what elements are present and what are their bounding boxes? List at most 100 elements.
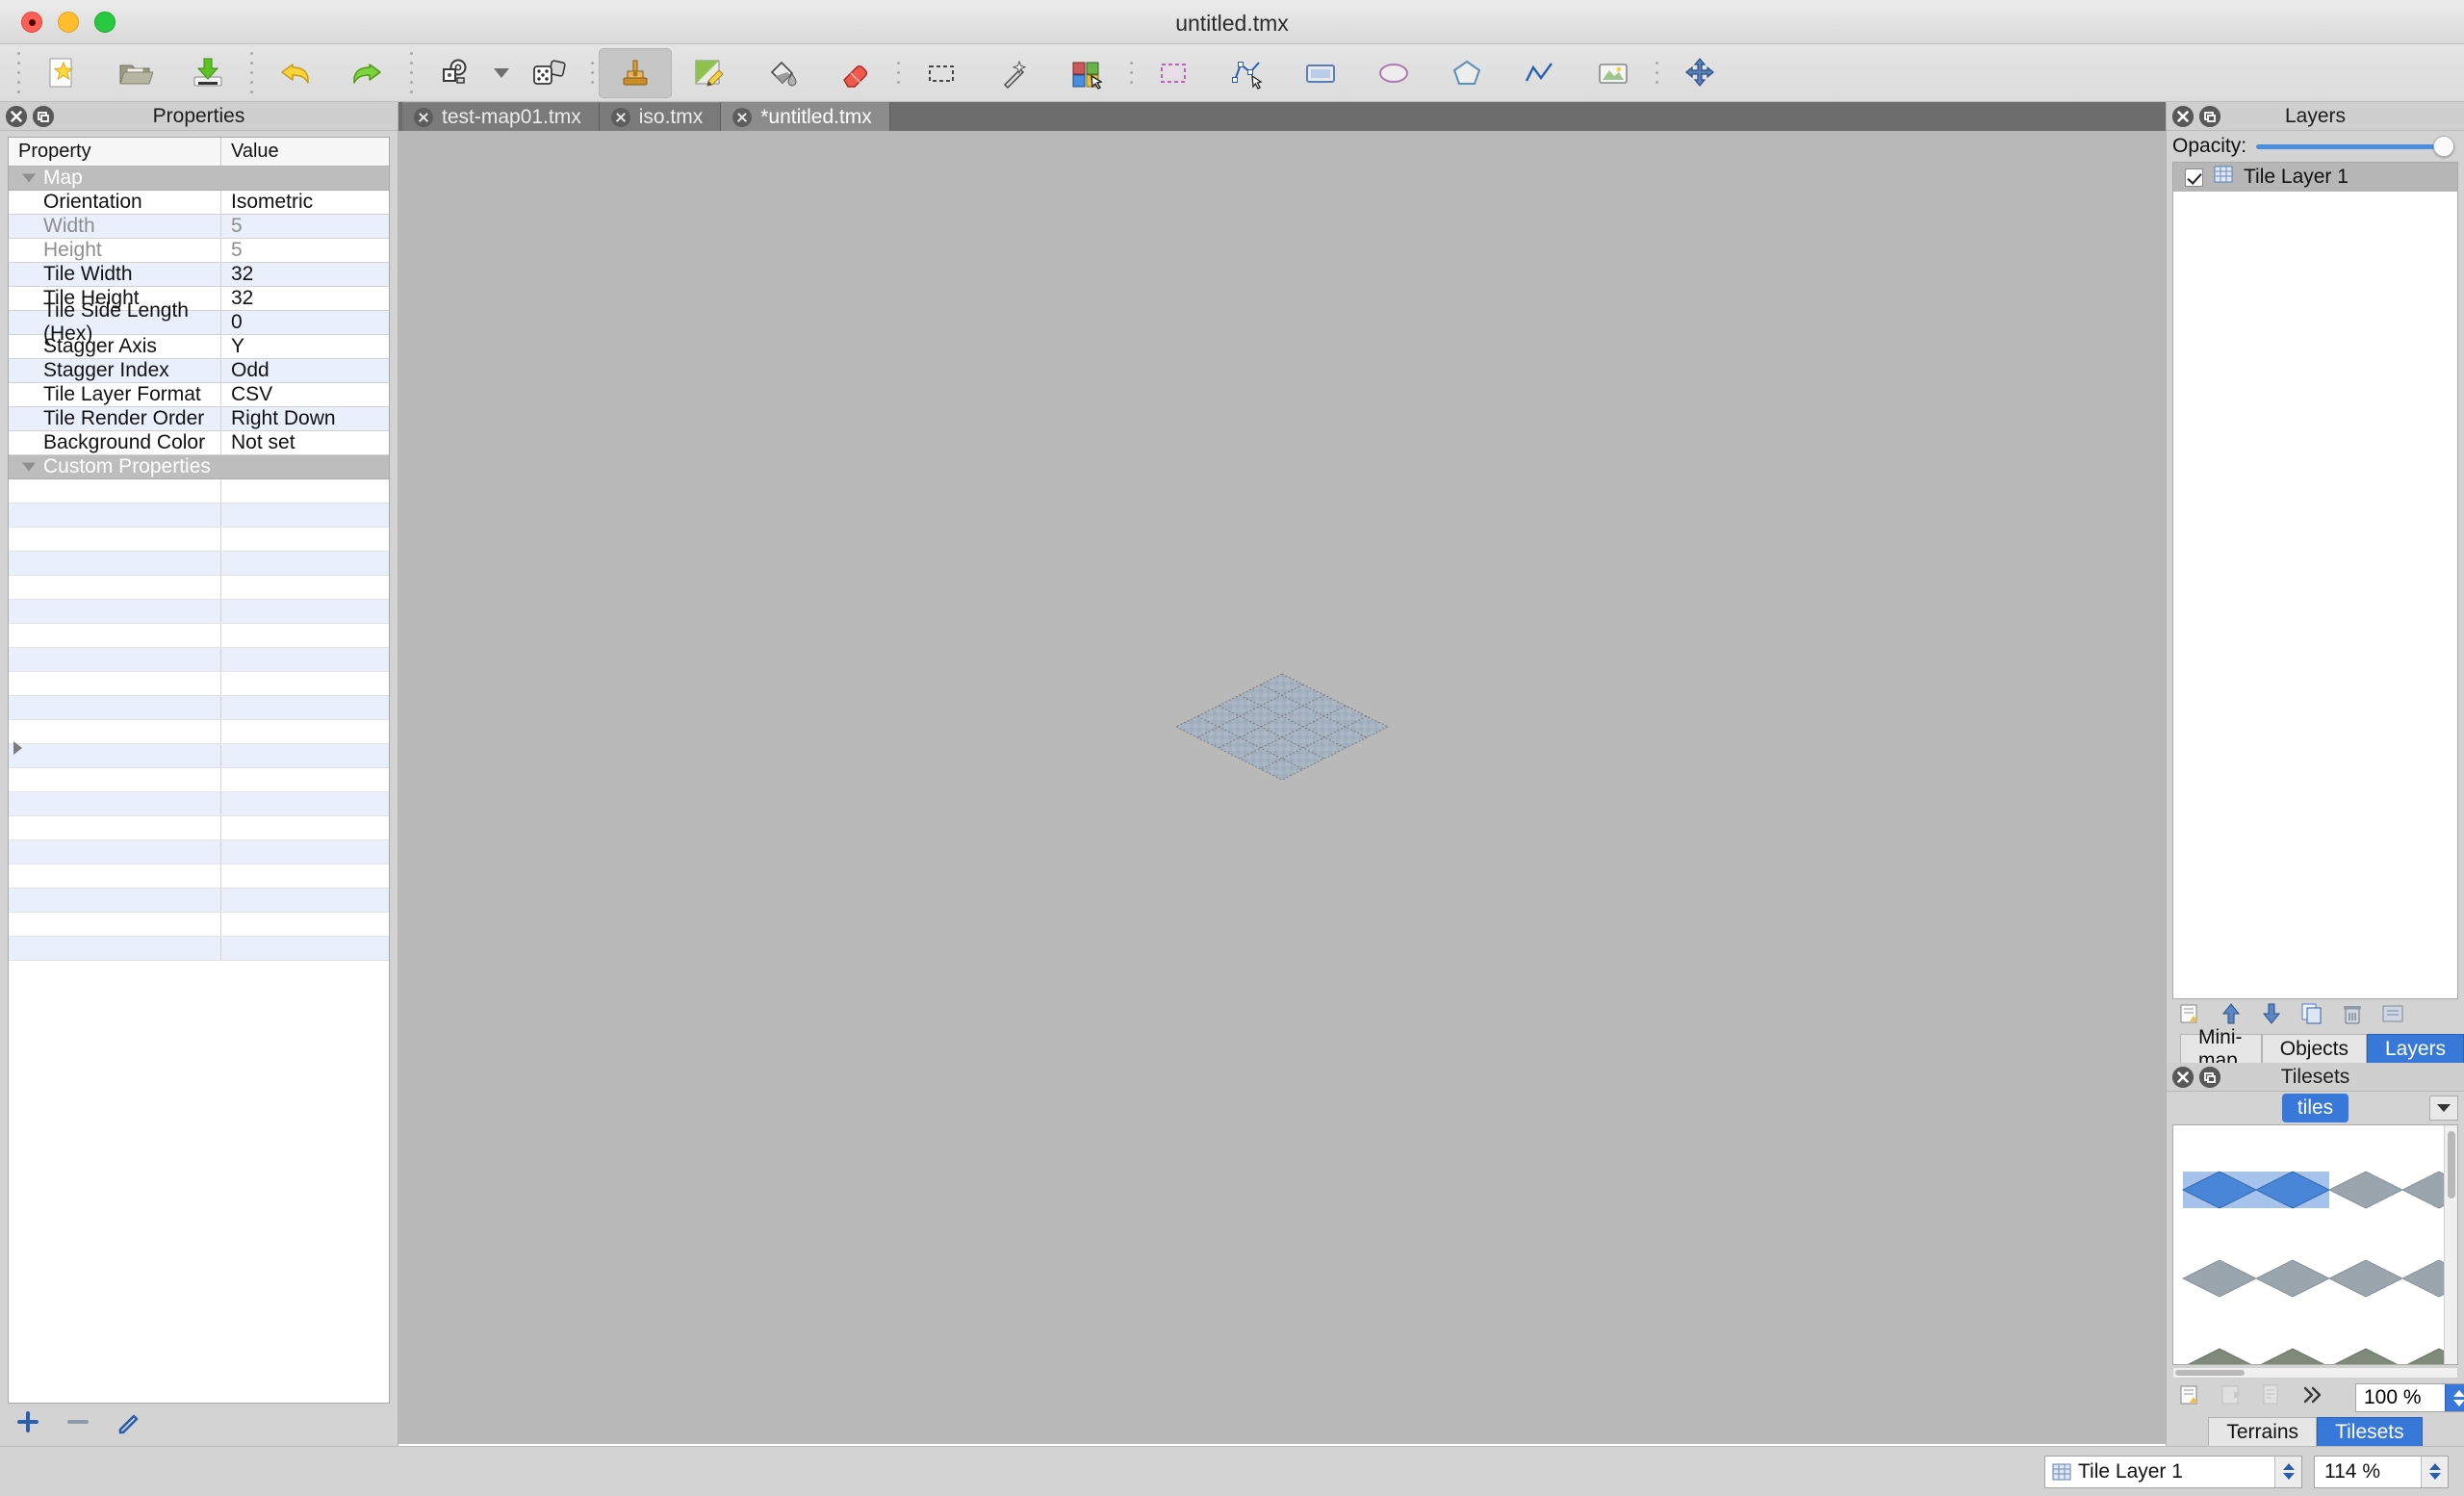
property-value[interactable]: CSV (221, 383, 389, 406)
tileset-tile-grid[interactable] (2172, 1124, 2458, 1365)
tileset-horizontal-scrollbar[interactable] (2172, 1367, 2458, 1379)
property-row[interactable]: Stagger Axis Y (9, 335, 389, 359)
pan-tool-button[interactable] (1663, 48, 1736, 98)
property-value[interactable]: 5 (221, 239, 389, 262)
layer-selector-spinner[interactable] (2274, 1456, 2301, 1487)
magic-wand-button[interactable] (978, 48, 1051, 98)
property-value[interactable]: 32 (221, 287, 389, 310)
close-tab-icon[interactable] (610, 107, 630, 127)
more-options-button[interactable] (2299, 1382, 2324, 1413)
property-value[interactable]: 32 (221, 263, 389, 286)
dock-tab[interactable]: Tilesets (2317, 1417, 2423, 1446)
tileset-tile[interactable] (2402, 1348, 2457, 1364)
tileset-tile[interactable] (2328, 1259, 2403, 1298)
property-row[interactable]: Stagger Index Odd (9, 359, 389, 383)
map-canvas[interactable] (398, 131, 2166, 1446)
rename-property-button[interactable] (116, 1409, 141, 1440)
property-value[interactable]: Not set (221, 431, 389, 454)
property-value[interactable]: Isometric (221, 191, 389, 214)
tileset-dropdown-button[interactable] (2429, 1096, 2458, 1121)
automap-button[interactable] (418, 48, 491, 98)
tileset-zoom-box[interactable] (2355, 1383, 2464, 1412)
column-header-value[interactable]: Value (221, 138, 389, 166)
edit-polygons-button[interactable] (1211, 48, 1284, 98)
property-value[interactable]: 0 (221, 311, 389, 334)
tileset-zoom-input[interactable] (2356, 1384, 2445, 1411)
random-mode-button[interactable] (512, 48, 585, 98)
close-tab-icon[interactable] (414, 107, 433, 127)
remove-property-button[interactable] (65, 1409, 90, 1440)
property-row[interactable]: Width 5 (9, 215, 389, 239)
rectangular-select-button[interactable] (905, 48, 978, 98)
property-value[interactable]: Odd (221, 359, 389, 382)
property-row[interactable]: Map (9, 167, 389, 191)
undo-button[interactable] (258, 48, 331, 98)
fill-tool-button[interactable] (745, 48, 818, 98)
view-zoom-box[interactable]: 114 % (2314, 1455, 2449, 1488)
opacity-slider[interactable] (2256, 135, 2454, 158)
close-dock-icon[interactable] (2172, 105, 2194, 127)
selected-tileset-chip[interactable]: tiles (2281, 1094, 2349, 1122)
eraser-button[interactable] (818, 48, 891, 98)
document-tab[interactable]: *untitled.tmx (721, 102, 890, 131)
tileset-vertical-scrollbar[interactable] (2444, 1125, 2457, 1364)
dock-tab[interactable]: Layers (2366, 1034, 2464, 1063)
current-layer-selector[interactable]: Tile Layer 1 (2044, 1455, 2302, 1488)
close-tab-icon[interactable] (732, 107, 753, 127)
property-row[interactable]: Custom Properties (9, 455, 389, 479)
tileset-tile[interactable] (2182, 1259, 2257, 1298)
document-tab[interactable]: test-map01.tmx (402, 102, 600, 131)
float-dock-icon[interactable] (33, 105, 54, 127)
layer-list[interactable]: Tile Layer 1 (2172, 162, 2458, 999)
insert-tile-object-button[interactable] (1284, 48, 1357, 98)
insert-ellipse-button[interactable] (1357, 48, 1430, 98)
insert-rectangle-button[interactable] (1138, 48, 1211, 98)
insert-image-button[interactable] (1577, 48, 1650, 98)
new-tileset-button[interactable] (2178, 1382, 2203, 1413)
close-dock-icon[interactable] (2172, 1066, 2194, 1088)
layer-visibility-checkbox[interactable] (2185, 168, 2203, 187)
property-value[interactable]: 5 (221, 215, 389, 238)
property-value[interactable]: Y (221, 335, 389, 358)
delete-layer-button[interactable] (2340, 1001, 2365, 1032)
tileset-tile[interactable] (2401, 1259, 2457, 1298)
property-value[interactable]: Right Down (221, 407, 389, 430)
add-property-button[interactable] (15, 1409, 40, 1440)
float-dock-icon[interactable] (2199, 1066, 2220, 1088)
redo-button[interactable] (331, 48, 404, 98)
tileset-tile[interactable] (2328, 1171, 2403, 1209)
close-dock-icon[interactable] (6, 105, 27, 127)
layer-list-item[interactable]: Tile Layer 1 (2173, 163, 2457, 192)
terrain-brush-button[interactable] (672, 48, 745, 98)
stamp-brush-button[interactable] (599, 47, 672, 98)
float-dock-icon[interactable] (2199, 105, 2220, 127)
insert-polyline-button[interactable] (1503, 48, 1577, 98)
dock-tab[interactable]: Objects (2261, 1034, 2367, 1063)
column-header-property[interactable]: Property (9, 138, 221, 166)
chevron-right-icon[interactable] (13, 741, 22, 755)
dock-tab[interactable]: Mini-map (2180, 1026, 2262, 1071)
chevron-down-icon[interactable] (22, 173, 36, 183)
select-same-tile-button[interactable] (1051, 48, 1124, 98)
open-file-button[interactable] (98, 48, 171, 98)
property-row[interactable]: Tile Width 32 (9, 263, 389, 287)
insert-polygon-button[interactable] (1430, 48, 1503, 98)
tileset-tile[interactable] (2183, 1348, 2256, 1364)
view-zoom-spinner[interactable] (2421, 1456, 2448, 1487)
property-row[interactable]: Orientation Isometric (9, 191, 389, 215)
new-map-button[interactable] (25, 48, 98, 98)
property-row[interactable]: Tile Side Length (Hex) 0 (9, 299, 389, 345)
opacity-slider-handle[interactable] (2433, 136, 2454, 157)
tileset-tile[interactable] (2401, 1171, 2457, 1209)
property-row[interactable]: Background Color Not set (9, 431, 389, 755)
chevron-down-icon[interactable] (22, 462, 36, 472)
lower-layer-button[interactable] (2259, 1001, 2284, 1032)
export-tileset-button[interactable] (2259, 1382, 2284, 1413)
property-row[interactable]: Tile Layer Format CSV (9, 383, 389, 407)
tileset-zoom-spinner[interactable] (2445, 1384, 2464, 1411)
toolbar-drag-handle[interactable] (12, 51, 25, 95)
embed-tileset-button[interactable] (2219, 1382, 2244, 1413)
tileset-tile[interactable] (2329, 1348, 2402, 1364)
dock-tab[interactable]: Terrains (2208, 1417, 2318, 1446)
automap-dropdown-arrow[interactable] (491, 48, 512, 98)
